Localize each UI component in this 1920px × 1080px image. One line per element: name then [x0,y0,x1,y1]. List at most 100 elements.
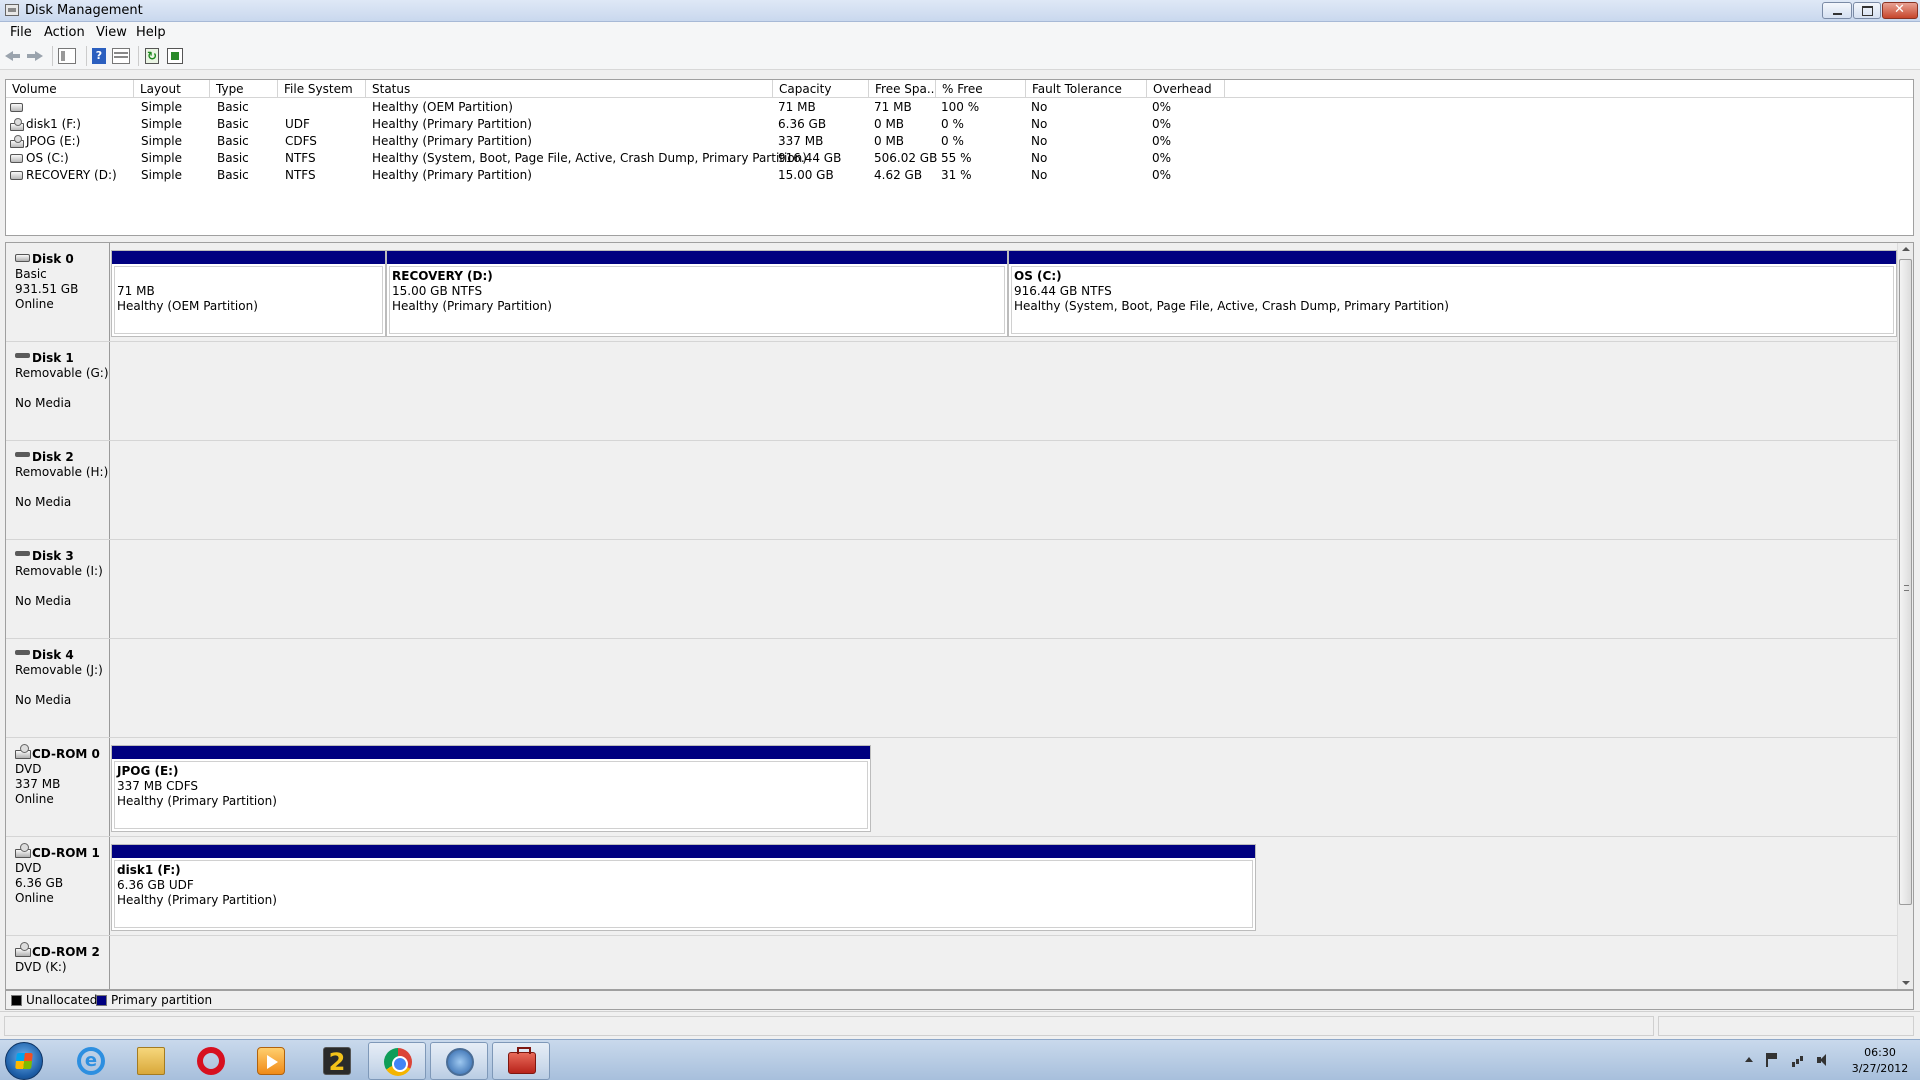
disk-label[interactable]: Disk 3 Removable (I:) No Media [6,540,110,638]
partition-name: disk1 (F:) [117,863,181,877]
disk-status: No Media [15,495,72,509]
disk-label[interactable]: CD-ROM 2 DVD (K:) [6,936,110,989]
menu-file[interactable]: File [10,25,32,40]
clock-time[interactable]: 06:30 [1850,1046,1910,1059]
taskbar-opera[interactable] [182,1042,240,1080]
disk-row-disk-3: Disk 3 Removable (I:) No Media [6,540,1899,639]
taskbar-chrome[interactable] [368,1042,426,1080]
restore-button[interactable] [1853,2,1881,19]
column-header-type[interactable]: Type [210,80,278,98]
menu-help[interactable]: Help [136,25,166,40]
disk-row-disk-4: Disk 4 Removable (J:) No Media [6,639,1899,738]
disk-label[interactable]: Disk 2 Removable (H:) No Media [6,441,110,539]
back-arrow-icon[interactable] [4,48,22,64]
disk-size: 6.36 GB [15,876,64,890]
close-button[interactable] [1882,2,1918,19]
clock-date[interactable]: 3/27/2012 [1845,1062,1915,1075]
disk-type: DVD [15,762,42,776]
refresh-icon[interactable]: ↻ [145,48,159,64]
pane-splitter[interactable] [5,236,1914,241]
partition-name: JPOG (E:) [117,764,179,778]
column-header-volume[interactable]: Volume [6,80,134,98]
cell-file-system: NTFS [285,168,316,182]
taskbar-network-app[interactable] [430,1042,488,1080]
cd-rom-icon [15,744,31,759]
cell-type: Basic [217,151,249,165]
volume-row[interactable]: JPOG (E:) Simple Basic CDFS Healthy (Pri… [6,133,1913,150]
partition-jpog[interactable]: JPOG (E:) 337 MB CDFS Healthy (Primary P… [111,745,871,832]
status-pane [4,1016,1654,1036]
cell-capacity: 71 MB [778,100,816,114]
partition-size: 15.00 GB NTFS [392,284,483,298]
legend-label-unallocated: Unallocated [26,993,98,1007]
cell-percent-free: 31 % [941,168,972,182]
taskbar-game-2[interactable]: 2 [308,1042,366,1080]
cell-capacity: 337 MB [778,134,824,148]
vertical-scrollbar[interactable] [1897,243,1913,989]
cell-overhead: 0% [1152,117,1172,131]
column-header-free-space[interactable]: Free Spa... [869,80,936,98]
taskbar-windows-explorer[interactable] [122,1042,180,1080]
disk-label[interactable]: Disk 1 Removable (G:) No Media [6,342,110,440]
disk-label[interactable]: Disk 0 Basic 931.51 GB Online [6,243,110,341]
cell-layout: Simple [141,168,182,182]
taskbar-toolbox-app[interactable] [492,1042,550,1080]
disk-label[interactable]: CD-ROM 0 DVD 337 MB Online [6,738,110,836]
column-header-layout[interactable]: Layout [134,80,210,98]
disk-status: No Media [15,693,72,707]
volume-row[interactable]: disk1 (F:) Simple Basic UDF Healthy (Pri… [6,116,1913,133]
opera-icon [197,1047,225,1075]
cd-drive-icon [10,118,24,131]
disk-label[interactable]: CD-ROM 1 DVD 6.36 GB Online [6,837,110,935]
partition-disk1[interactable]: disk1 (F:) 6.36 GB UDF Healthy (Primary … [111,844,1256,931]
column-header-fault-tolerance[interactable]: Fault Tolerance [1026,80,1147,98]
volume-row[interactable]: OS (C:) Simple Basic NTFS Healthy (Syste… [6,150,1913,167]
show-hidden-icons-arrow-icon[interactable] [1745,1057,1753,1062]
partition-inner [114,860,1253,928]
cell-file-system: NTFS [285,151,316,165]
column-header-status[interactable]: Status [366,80,773,98]
scroll-up-arrow-icon[interactable] [1902,247,1910,251]
start-button[interactable] [5,1042,43,1080]
cell-capacity: 916.44 GB [778,151,842,165]
view-options-icon[interactable] [112,48,130,64]
volume-row[interactable]: Simple Basic Healthy (OEM Partition) 71 … [6,99,1913,116]
removable-disk-icon [15,650,30,655]
network-signal-icon[interactable] [1792,1053,1806,1067]
partition-oem[interactable]: 71 MB Healthy (OEM Partition) [111,250,386,337]
disk-row-cd-rom-2: CD-ROM 2 DVD (K:) [6,936,1899,989]
primary-partition-bar [112,251,385,264]
partition-size: 337 MB CDFS [117,779,199,793]
volume-speaker-icon[interactable] [1817,1053,1831,1067]
column-header-percent-free[interactable]: % Free [936,80,1026,98]
partition-size: 71 MB [117,284,155,298]
removable-disk-icon [15,452,30,457]
menu-view[interactable]: View [96,25,127,40]
column-header-capacity[interactable]: Capacity [773,80,869,98]
partition-status: Healthy (System, Boot, Page File, Active… [1014,299,1449,313]
scroll-down-arrow-icon[interactable] [1902,981,1910,985]
show-hide-console-tree-icon[interactable] [58,48,76,64]
column-header-overhead[interactable]: Overhead [1147,80,1225,98]
taskbar-internet-explorer[interactable]: e [62,1042,120,1080]
properties-icon[interactable] [167,48,183,64]
removable-disk-icon [15,353,30,358]
partition-status: Healthy (Primary Partition) [392,299,552,313]
cell-volume: JPOG (E:) [26,134,81,148]
partition-os[interactable]: OS (C:) 916.44 GB NTFS Healthy (System, … [1008,250,1897,337]
scroll-thumb[interactable] [1899,259,1912,905]
taskbar: e 2 06:30 3/27/2012 [0,1039,1920,1080]
minimize-button[interactable] [1822,2,1852,19]
action-center-flag-icon[interactable] [1766,1053,1780,1067]
forward-arrow-icon[interactable] [26,48,44,64]
disk-row-disk-0: Disk 0 Basic 931.51 GB Online 71 MB Heal… [6,243,1899,342]
partition-recovery[interactable]: RECOVERY (D:) 15.00 GB NTFS Healthy (Pri… [386,250,1008,337]
help-icon[interactable]: ? [92,48,106,64]
disk-label[interactable]: Disk 4 Removable (J:) No Media [6,639,110,737]
menu-action[interactable]: Action [44,25,85,40]
chrome-icon [384,1048,412,1076]
volume-row[interactable]: RECOVERY (D:) Simple Basic NTFS Healthy … [6,167,1913,184]
cell-file-system: CDFS [285,134,317,148]
column-header-file-system[interactable]: File System [278,80,366,98]
taskbar-media-player[interactable] [242,1042,300,1080]
